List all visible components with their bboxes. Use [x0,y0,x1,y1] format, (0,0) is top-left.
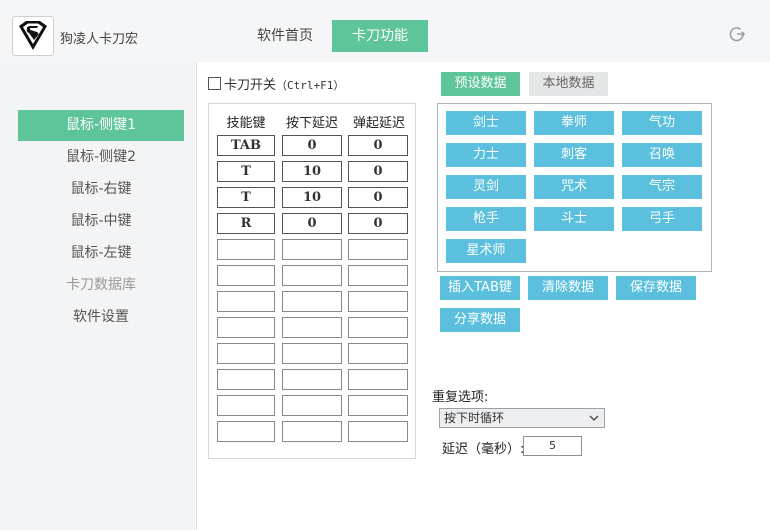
column-header-press-delay: 按下延迟 [285,116,338,131]
preset-button[interactable]: 星术师 [446,239,526,263]
sidebar-item-settings[interactable]: 软件设置 [18,302,184,333]
sidebar-item-left-key[interactable]: 鼠标-左键 [18,238,184,269]
press-delay-cell[interactable]: 0 [282,213,342,234]
preset-button[interactable]: 咒术 [534,175,614,199]
tab-local-data[interactable]: 本地数据 [529,72,608,96]
preset-button[interactable]: 召唤 [622,143,702,167]
release-delay-cell[interactable]: 0 [348,187,408,208]
release-delay-cell[interactable]: 0 [348,161,408,182]
skill-key-cell[interactable] [217,291,275,312]
tab-knife-function[interactable]: 卡刀功能 [332,20,428,52]
press-delay-cell[interactable] [282,343,342,364]
press-delay-cell[interactable] [282,265,342,286]
knife-switch-checkbox[interactable] [208,77,221,90]
app-title: 狗凌人卡刀宏 [60,32,139,47]
press-delay-cell[interactable] [282,421,342,442]
skill-key-cell[interactable] [217,421,275,442]
skill-key-cell[interactable] [217,317,275,338]
preset-button[interactable]: 气宗 [622,175,702,199]
skill-key-cell[interactable]: R [217,213,275,234]
column-header-release-delay: 弹起延迟 [352,116,405,131]
delay-label: 延迟（毫秒）: [442,442,525,457]
preset-button[interactable]: 气功 [622,111,702,135]
knife-switch[interactable]: 卡刀开关（Ctrl+F1） [208,74,344,93]
press-delay-cell[interactable]: 10 [282,187,342,208]
preset-button[interactable]: 斗士 [534,207,614,231]
press-delay-cell[interactable] [282,239,342,260]
preset-button[interactable]: 力士 [446,143,526,167]
sidebar-item-middle-key[interactable]: 鼠标-中键 [18,206,184,237]
press-delay-cell[interactable] [282,369,342,390]
release-delay-cell[interactable] [348,421,408,442]
repeat-select-value: 按下时循环 [444,411,505,425]
release-delay-cell[interactable] [348,343,408,364]
release-delay-cell[interactable]: 0 [348,135,408,156]
release-delay-cell[interactable] [348,395,408,416]
skill-key-cell[interactable] [217,239,275,260]
tab-preset-data[interactable]: 预设数据 [441,72,520,96]
preset-button[interactable]: 枪手 [446,207,526,231]
preset-button[interactable]: 弓手 [622,207,702,231]
repeat-select[interactable]: 按下时循环 [439,408,605,428]
press-delay-cell[interactable] [282,291,342,312]
preset-button[interactable]: 刺客 [534,143,614,167]
knife-switch-label: 卡刀开关 [224,78,277,93]
preset-button[interactable]: 灵剑 [446,175,526,199]
column-header-skill-key: 技能键 [226,116,266,131]
press-delay-cell[interactable] [282,395,342,416]
release-delay-cell[interactable] [348,369,408,390]
sidebar-item-right-key[interactable]: 鼠标-右键 [18,174,184,205]
app-header: 狗凌人卡刀宏 软件首页 卡刀功能 [0,0,770,63]
power-exit-icon[interactable] [728,25,746,43]
app-window: 狗凌人卡刀宏 软件首页 卡刀功能 鼠标-侧键1 鼠标-侧键2 鼠标-右键 鼠标-… [0,0,770,530]
skill-key-cell[interactable]: TAB [217,135,275,156]
sidebar-item-database[interactable]: 卡刀数据库 [18,270,184,301]
tab-home[interactable]: 软件首页 [242,20,328,52]
press-delay-cell[interactable] [282,317,342,338]
skill-key-cell[interactable] [217,369,275,390]
preset-button[interactable]: 剑士 [446,111,526,135]
knife-switch-hotkey: （Ctrl+F1） [276,79,345,92]
skill-key-cell[interactable] [217,343,275,364]
press-delay-cell[interactable]: 10 [282,161,342,182]
superman-logo-icon [12,16,54,56]
preset-button[interactable]: 拳师 [534,111,614,135]
chevron-down-icon [588,410,600,426]
skill-key-cell[interactable] [217,395,275,416]
delay-input[interactable]: 5 [523,436,582,456]
preset-panel: 剑士 拳师 气功力士 刺客 召唤灵剑 咒术 气宗枪手 斗士 弓手星术师 [437,103,712,272]
insert-tab-button[interactable]: 插入TAB键 [440,276,520,300]
sidebar-item-side-key-1[interactable]: 鼠标-侧键1 [18,110,184,141]
skill-key-cell[interactable]: T [217,161,275,182]
clear-data-button[interactable]: 清除数据 [528,276,608,300]
save-data-button[interactable]: 保存数据 [616,276,696,300]
share-data-button[interactable]: 分享数据 [440,308,520,332]
release-delay-cell[interactable] [348,265,408,286]
release-delay-cell[interactable] [348,317,408,338]
press-delay-cell[interactable]: 0 [282,135,342,156]
skill-key-cell[interactable]: T [217,187,275,208]
release-delay-cell[interactable] [348,239,408,260]
sidebar-item-side-key-2[interactable]: 鼠标-侧键2 [18,142,184,173]
release-delay-cell[interactable]: 0 [348,213,408,234]
release-delay-cell[interactable] [348,291,408,312]
repeat-label: 重复选项: [432,390,489,405]
skill-key-cell[interactable] [217,265,275,286]
key-table: 技能键 按下延迟 弹起延迟 TAB 0 0 T 10 0 T 10 0 R 0 0 [208,103,416,459]
